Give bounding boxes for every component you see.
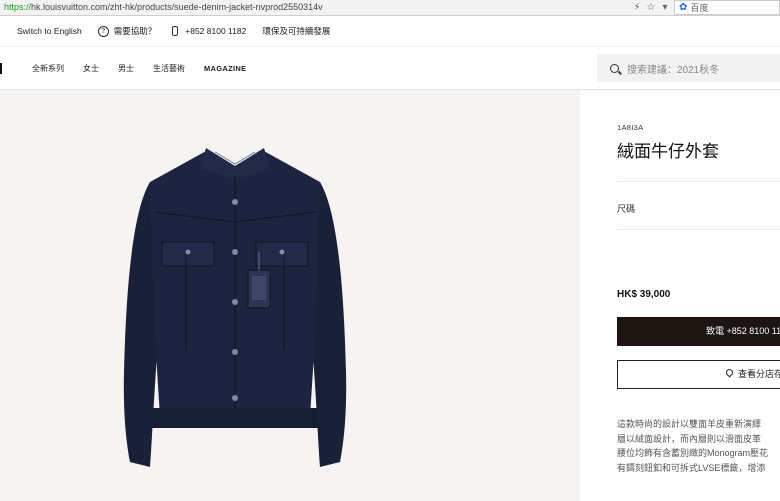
search-icon <box>610 63 619 73</box>
product-image-panel[interactable] <box>0 90 580 501</box>
nav-item-new[interactable]: 全新系列 <box>32 63 64 74</box>
sustainability-label: 環保及可持續發展 <box>262 26 331 36</box>
product-info: 1A8I3A 絨面牛仔外套 尺碼 HK$ 39,000 致電 +852 8100… <box>617 90 780 501</box>
phone-icon <box>172 26 179 36</box>
browser-search-placeholder: 百度 <box>690 2 709 13</box>
help-label: 需要協助？ <box>113 26 157 36</box>
search-placeholder: 搜索建議：2021秋冬 <box>627 64 720 76</box>
browser-address-bar[interactable]: https://hk.louisvuitton.com/zht-hk/produ… <box>0 0 780 16</box>
menu-icon[interactable] <box>0 63 2 74</box>
product-sku: 1A8I3A <box>617 123 644 132</box>
size-selector[interactable]: 尺碼 <box>617 202 635 215</box>
switch-language-label: Switch to English <box>17 26 82 36</box>
search-input[interactable]: 搜索建議：2021秋冬 <box>597 54 780 82</box>
nav-item-magazine[interactable]: MAGAZINE <box>204 64 246 73</box>
nav-item-women[interactable]: 女士 <box>83 63 99 74</box>
product-price: HK$ 39,000 <box>617 289 671 300</box>
description-line: 這款時尚的設計以雙面羊皮重新演繹 <box>617 419 762 429</box>
product-description: 這款時尚的設計以雙面羊皮重新演繹 層以絨面設計，而內層則以滑面皮革 腰位均飾有含… <box>617 417 780 475</box>
star-icon[interactable]: ☆ <box>644 1 658 15</box>
url-scheme: https:// <box>4 2 32 12</box>
location-pin-icon <box>724 367 735 378</box>
help-link[interactable]: ? 需要協助？ <box>97 25 157 37</box>
phone-label: +852 8100 1182 <box>185 26 247 36</box>
utility-bar: Switch to English ? 需要協助？ +852 8100 1182… <box>0 16 780 47</box>
product-title: 絨面牛仔外套 <box>617 142 719 161</box>
call-button[interactable]: 致電 +852 8100 11 <box>617 317 780 346</box>
description-line: 腰位均飾有含蓄別緻的Monogram壓花 <box>617 448 769 458</box>
url-text[interactable]: https://hk.louisvuitton.com/zht-hk/produ… <box>4 0 323 14</box>
store-button-label: 查看分店存 <box>738 369 780 379</box>
url-path: hk.louisvuitton.com/zht-hk/products/sued… <box>31 2 323 12</box>
description-line: 層以絨面設計，而內層則以滑面皮革 <box>617 433 762 444</box>
sustainability-link[interactable]: 環保及可持續發展 <box>262 25 330 37</box>
phone-link[interactable]: +852 8100 1182 <box>172 26 246 36</box>
main-navigation: 全新系列 女士 男士 生活藝術 MAGAZINE 搜索建議：2021秋冬 <box>0 47 780 90</box>
baidu-paw-icon: ✿ <box>679 1 688 13</box>
switch-language-link[interactable]: Switch to English <box>17 26 82 36</box>
browser-search-input[interactable]: ✿ 百度 <box>674 0 780 15</box>
description-line: 有鑄刻鈕釦和可拆式LVSE標籤，增添 <box>617 462 766 473</box>
divider <box>617 229 780 230</box>
divider <box>617 181 780 182</box>
question-icon: ? <box>97 25 109 37</box>
chevron-down-icon[interactable]: ▾ <box>658 1 672 15</box>
store-availability-button[interactable]: 查看分店存 <box>617 360 780 389</box>
product-image <box>123 148 347 467</box>
nav-item-men[interactable]: 男士 <box>118 63 134 74</box>
nav-item-living[interactable]: 生活藝術 <box>153 63 185 74</box>
lightning-icon[interactable]: ⚡ <box>630 1 644 15</box>
